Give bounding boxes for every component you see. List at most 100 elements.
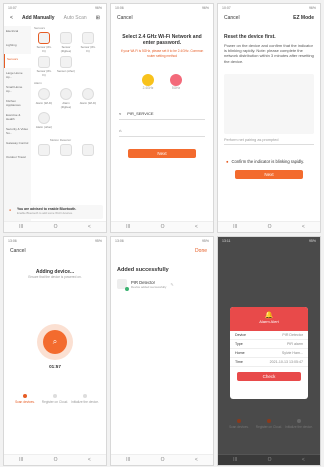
sidebar-item-sensors[interactable]: Sensors: [4, 54, 31, 68]
alarm-row: Home Sylvie Ham...: [230, 349, 308, 358]
step-dot: [83, 393, 87, 398]
device-tile[interactable]: Sensor (other): [57, 56, 75, 76]
device-tile[interactable]: Sensor (Zigbee): [57, 32, 75, 53]
device-label: Alarm (Wi-Fi): [35, 101, 53, 105]
status-time: 13:06: [8, 239, 17, 243]
sidebar-item[interactable]: Kitchen Appliances: [4, 96, 31, 110]
nav-home[interactable]: O: [268, 224, 272, 230]
sensor-icon: [38, 56, 50, 68]
nav-home[interactable]: O: [54, 457, 58, 463]
status-battery: 95%: [201, 239, 209, 243]
added-device-row[interactable]: PIR Detector Device added successfully ✎: [117, 279, 207, 291]
tab-auto-scan[interactable]: Auto Scan: [64, 15, 87, 21]
scan-icon[interactable]: ⊞: [96, 15, 100, 21]
status-time: 13:11: [222, 239, 231, 243]
nav-home[interactable]: O: [268, 457, 272, 463]
device-tile[interactable]: Sensor (Wi-Fi): [35, 56, 53, 77]
device-tile[interactable]: [79, 144, 97, 164]
step-item: Scan devices.: [11, 393, 39, 405]
status-battery: 96%: [201, 6, 209, 10]
sidebar-item[interactable]: Electrical: [4, 26, 31, 40]
mode-selector[interactable]: EZ Mode: [293, 15, 314, 21]
back-button[interactable]: <: [10, 15, 13, 21]
nav-back[interactable]: <: [88, 457, 91, 463]
device-label: Alarm (Zigbee): [60, 101, 72, 109]
device-tile[interactable]: Alarm (Zigbee): [57, 88, 75, 109]
alarm-dialog: 🔔 Alarm Alert Device PIR Detector Type PIR…: [230, 307, 308, 399]
status-battery: 96%: [94, 6, 102, 10]
section-title: Motion Detector: [50, 138, 72, 142]
nav-home[interactable]: O: [161, 224, 165, 230]
next-button[interactable]: Next: [235, 169, 303, 179]
cancel-button[interactable]: Cancel: [10, 248, 26, 254]
subtitle: Ensure that the device is powered on.: [28, 275, 82, 279]
page-title: Added successfully: [117, 267, 169, 273]
nav-back[interactable]: <: [195, 224, 198, 230]
sensor-icon: [82, 32, 94, 44]
ssid-field[interactable]: ≈ PIR_SERVICE: [119, 111, 205, 120]
device-tile[interactable]: [35, 144, 53, 164]
check-button[interactable]: Check: [237, 372, 301, 381]
wifi-good-label: 2.4GHz: [142, 86, 154, 90]
nav-back[interactable]: <: [302, 224, 305, 230]
device-icon: [117, 279, 129, 291]
cancel-button[interactable]: Cancel: [224, 15, 240, 21]
nav-menu[interactable]: III: [233, 457, 237, 463]
alarm-row: Type PIR alarm: [230, 340, 308, 349]
nav-home[interactable]: O: [54, 224, 58, 230]
device-tile[interactable]: Alarm (Wi-Fi): [35, 88, 53, 108]
section-title: Sensors: [34, 26, 46, 30]
nav-back[interactable]: <: [302, 457, 305, 463]
status-battery: 95%: [94, 239, 102, 243]
ssid-value: PIR_SERVICE: [127, 110, 154, 116]
motion-sensor-icon: [82, 144, 94, 156]
sidebar-item[interactable]: Large Home Ap...: [4, 68, 31, 82]
step-label: Initialize the device.: [71, 399, 99, 404]
nav-back[interactable]: <: [88, 224, 91, 230]
sidebar-item[interactable]: Security & Video Su...: [4, 124, 31, 138]
device-tile[interactable]: Alarm (Wi-Fi): [79, 88, 97, 108]
edit-icon[interactable]: ✎: [170, 282, 173, 287]
device-tile[interactable]: Alarm (other): [35, 112, 53, 132]
sensor-icon: [38, 32, 50, 44]
step-item: Initialize the device.: [71, 393, 99, 405]
nav-back[interactable]: <: [195, 457, 198, 463]
password-field[interactable]: ⌂: [119, 128, 205, 137]
device-label: Sensor (Wi-Fi): [36, 45, 52, 53]
device-tile[interactable]: Sensor (Wi-Fi): [35, 32, 53, 53]
nav-home[interactable]: O: [161, 457, 165, 463]
row-key: Time: [235, 360, 243, 364]
status-time: 10:07: [222, 6, 231, 10]
next-button[interactable]: Next: [128, 148, 196, 158]
sidebar-item[interactable]: Lighting: [4, 40, 31, 54]
sidebar-item[interactable]: Small Home Ap...: [4, 82, 31, 96]
confirm-checkbox[interactable]: ● Confirm the indicator is blinking rapid…: [226, 159, 312, 164]
nav-menu[interactable]: III: [233, 224, 237, 230]
step-item: Register on Cloud.: [255, 419, 283, 430]
row-value: Sylvie Ham...: [281, 351, 303, 355]
step-label: Register on Cloud.: [255, 425, 283, 429]
cancel-button[interactable]: Cancel: [117, 15, 133, 21]
phone-wifi-setup: 10:06 96% Cancel Select 2.4 GHz Wi-Fi Net…: [110, 3, 214, 233]
sidebar-item[interactable]: Outdoor Travel: [4, 152, 31, 166]
sidebar-item[interactable]: Gateway Control: [4, 138, 31, 152]
bluetooth-banner[interactable]: ● You are advised to enable Bluetooth. E…: [7, 205, 103, 219]
alarm-icon: [60, 88, 72, 100]
lock-icon: ⌂: [119, 127, 122, 133]
done-button[interactable]: Done: [195, 248, 207, 254]
device-tile[interactable]: Sensor (Wi-Fi): [79, 32, 97, 53]
android-nav: III O <: [218, 454, 320, 465]
android-nav: III O <: [218, 221, 320, 232]
wifi-note[interactable]: If your Wi-Fi is 5GHz, please set it to …: [119, 49, 205, 58]
nav-menu[interactable]: III: [19, 224, 23, 230]
tab-add-manually[interactable]: Add Manually: [22, 15, 55, 21]
confirm-label: Confirm the indicator is blinking rapidl…: [231, 158, 305, 164]
sidebar-item[interactable]: Exercise & Health: [4, 110, 31, 124]
nav-menu[interactable]: III: [126, 457, 130, 463]
device-text: PIR Detector Device added successfully: [131, 280, 166, 289]
nav-menu[interactable]: III: [19, 457, 23, 463]
device-tile[interactable]: [57, 144, 75, 164]
step-dot: [23, 393, 27, 398]
nav-menu[interactable]: III: [126, 224, 130, 230]
step-label: Scan devices.: [229, 425, 249, 429]
